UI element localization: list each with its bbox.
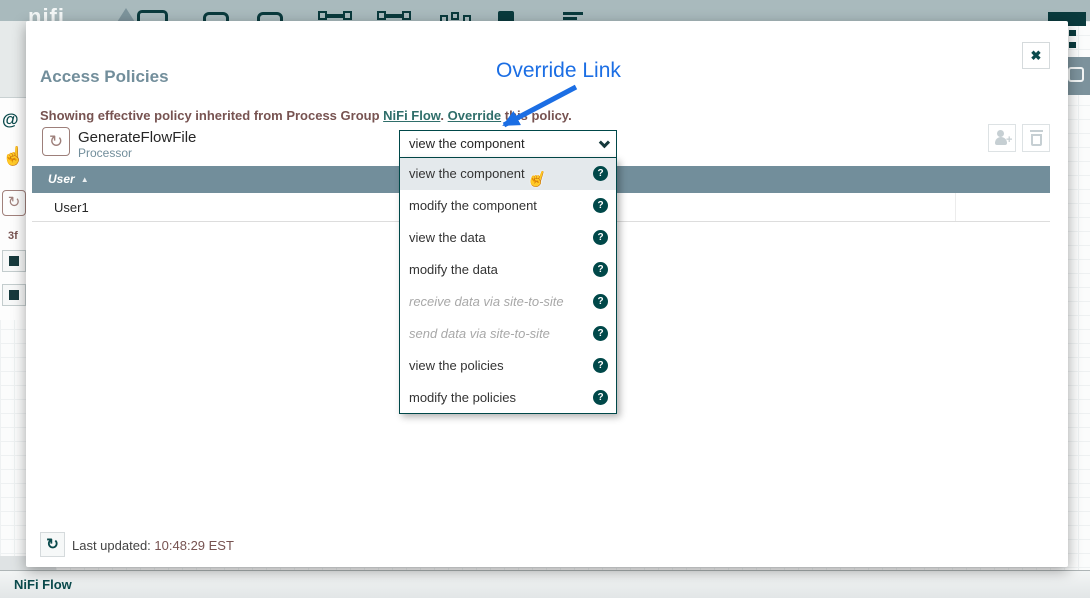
remote-process-group-icon[interactable] [377,11,411,21]
dialog-title: Access Policies [40,67,169,87]
toolbar-strip [0,21,26,98]
last-updated: Last updated: 10:48:29 EST [72,538,234,553]
trash-icon [1030,130,1043,146]
last-updated-time: 10:48:29 EST [154,538,234,553]
refresh-icon[interactable]: ↻ [40,532,65,557]
access-policies-dialog: Access Policies ✖ Showing effective poli… [26,21,1068,567]
chevron-down-icon [599,137,610,148]
help-icon[interactable]: ? [593,166,608,181]
close-icon[interactable]: ✖ [1022,42,1050,69]
operate-button[interactable] [2,250,26,272]
operate-hand-icon: ☝ [2,146,24,167]
help-icon[interactable]: ? [593,230,608,245]
add-user-icon: + [995,130,1005,140]
breadcrumb[interactable]: NiFi Flow [14,577,72,592]
policy-option-receive-data-via-site-to-site[interactable]: receive data via site-to-site ? [400,286,616,318]
processor-stamp-icon: ↻ [42,127,70,156]
component-id-partial: 3f [8,230,18,242]
output-port-icon[interactable] [257,12,283,21]
menu-dot-icon [1069,42,1076,48]
input-port-icon[interactable] [203,12,229,21]
navigate-panel [1066,57,1090,95]
help-icon[interactable]: ? [593,294,608,309]
status-bar: NiFi Flow [0,570,1090,598]
user-cell: User1 [54,193,89,222]
component-type: Processor [78,146,132,160]
policy-options-list: view the component ☝ ? modify the compon… [399,158,617,414]
nifi-logo-mark [112,8,140,21]
sort-asc-icon: ▲ [81,175,89,184]
nifi-logo: nifi [28,4,65,21]
note-icon [1068,67,1084,82]
annotation-text: Override Link [496,59,621,83]
policy-option-modify-the-policies[interactable]: modify the policies ? [400,382,616,414]
component-name: GenerateFlowFile [78,129,196,146]
policy-option-modify-the-data[interactable]: modify the data ? [400,254,616,286]
row-actions-cell [955,193,1050,221]
help-icon[interactable]: ? [593,358,608,373]
process-group-icon[interactable] [318,11,352,21]
policy-option-send-data-via-site-to-site[interactable]: send data via site-to-site ? [400,318,616,350]
add-user-button[interactable]: + [988,124,1016,152]
navigate-compass-icon[interactable]: @ [2,110,19,130]
process-group-link[interactable]: NiFi Flow [383,108,440,123]
help-icon[interactable]: ? [593,390,608,405]
delete-button[interactable] [1022,124,1050,152]
help-icon[interactable]: ? [593,326,608,341]
policy-option-view-the-policies[interactable]: view the policies ? [400,350,616,382]
app-header: nifi [0,0,1090,21]
processor-stamp-icon: ↻ [2,190,26,216]
label-icon[interactable] [498,11,514,21]
processor-icon[interactable] [137,10,168,21]
help-icon[interactable]: ? [593,198,608,213]
menu-dot-icon [1069,30,1076,36]
operate-palette: @ ☝ ↻ 3f [0,98,26,320]
policy-option-modify-the-component[interactable]: modify the component ? [400,190,616,222]
policy-option-view-the-component[interactable]: view the component ☝ ? [400,158,616,190]
annotation-arrow-icon [488,83,588,133]
nifi-app: nifi @ ☝ ↻ 3f NiFi Flow [0,0,1090,598]
operate-button[interactable] [2,284,26,306]
policy-option-view-the-data[interactable]: view the data ? [400,222,616,254]
funnel-icon[interactable] [440,12,474,21]
template-icon[interactable] [563,12,585,21]
help-icon[interactable]: ? [593,262,608,277]
policy-select[interactable]: view the component [399,130,617,158]
